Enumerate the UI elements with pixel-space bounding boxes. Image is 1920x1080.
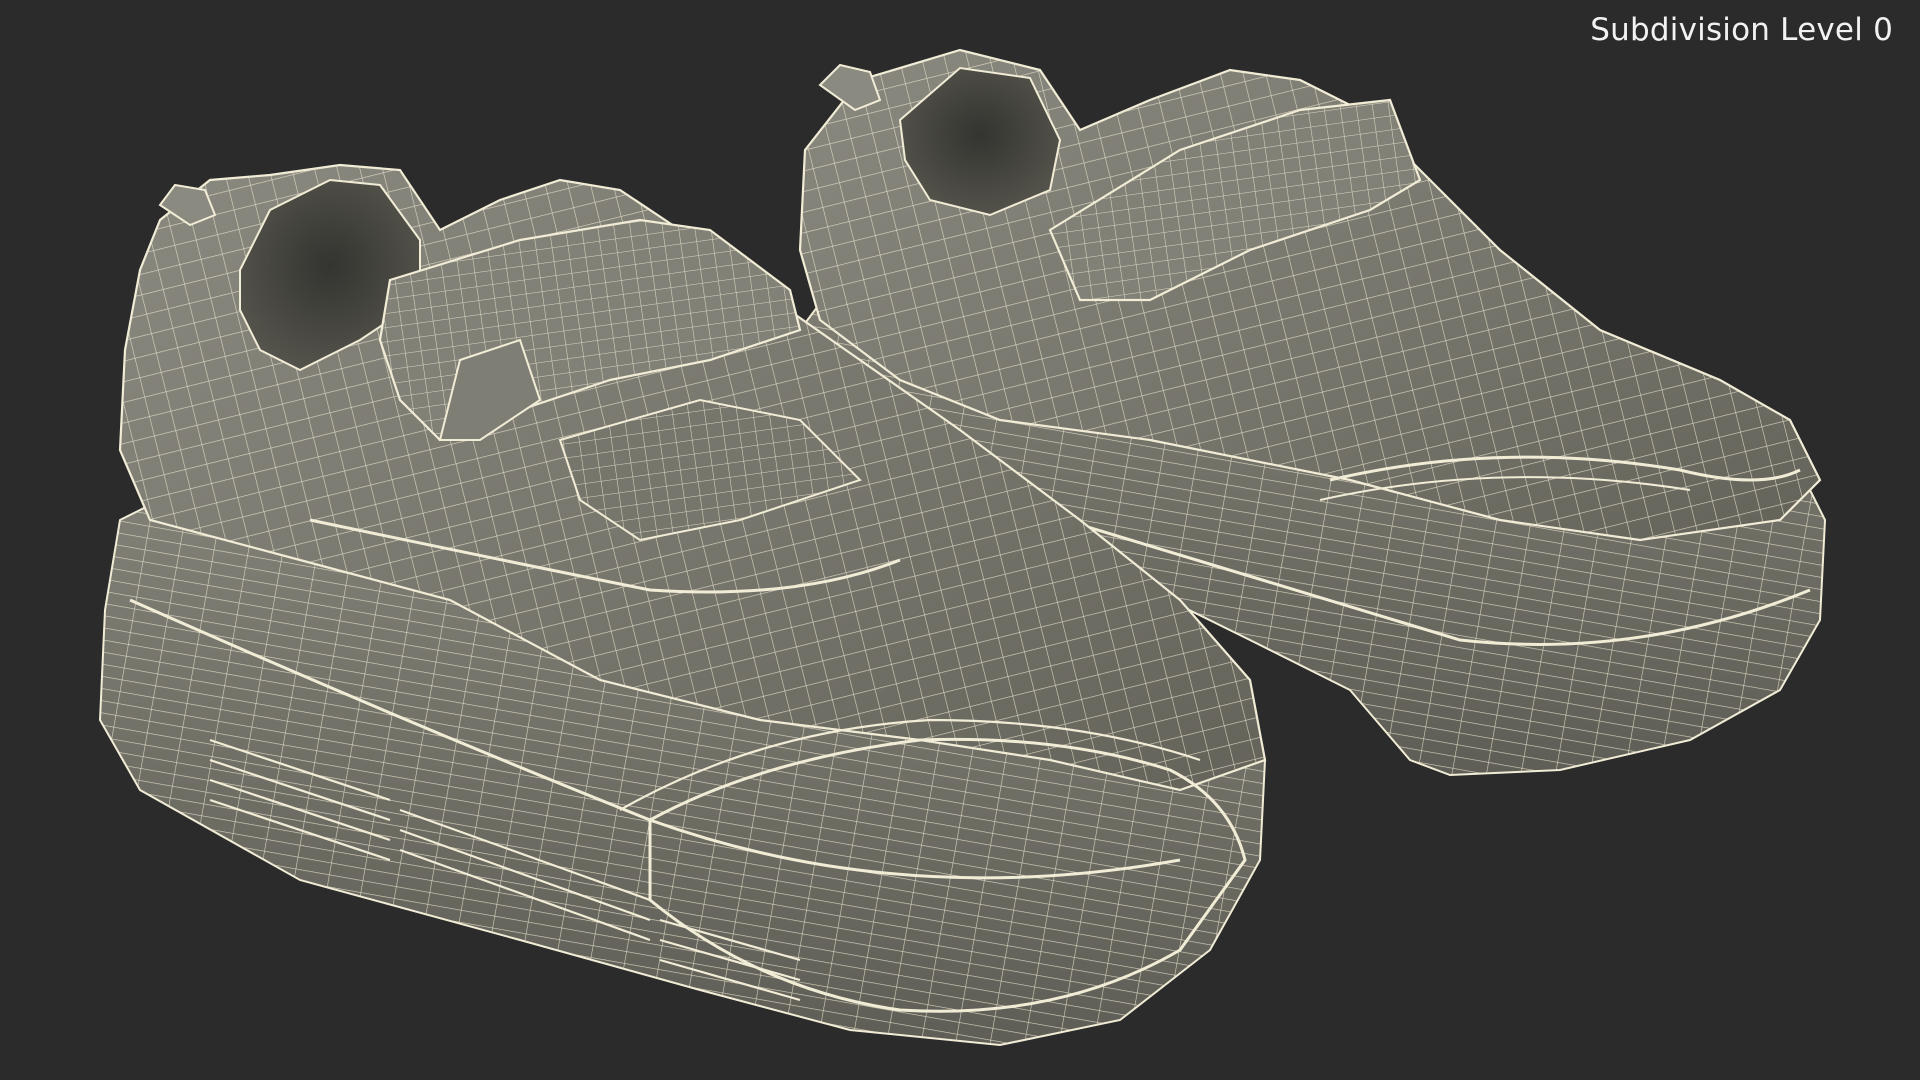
right-shoe-heel-tab [818,63,882,112]
subdivision-level-label: Subdivision Level 0 [1590,12,1893,48]
wireframe-render [98,48,1827,1047]
render-viewport: Subdivision Level 0 [0,0,1920,1080]
